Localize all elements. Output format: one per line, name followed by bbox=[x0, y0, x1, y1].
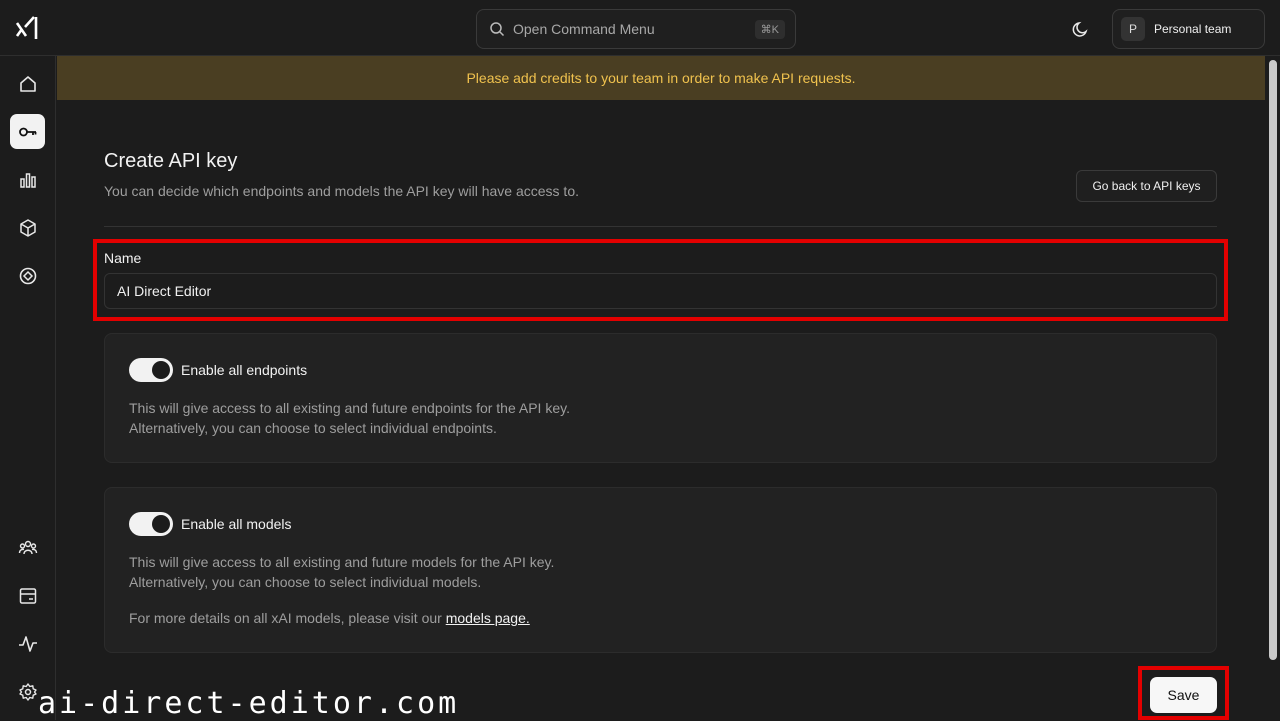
activity-icon bbox=[18, 635, 37, 652]
sidebar-item-models[interactable] bbox=[10, 210, 45, 245]
back-to-api-keys-button[interactable]: Go back to API keys bbox=[1076, 170, 1217, 202]
sidebar-item-home[interactable] bbox=[10, 66, 45, 101]
users-icon bbox=[18, 540, 37, 554]
bar-chart-icon bbox=[19, 172, 36, 188]
endpoints-description: This will give access to all existing an… bbox=[129, 398, 570, 438]
search-icon bbox=[490, 22, 505, 37]
page-title: Create API key bbox=[104, 150, 238, 172]
name-label: Name bbox=[104, 250, 142, 266]
scrollbar-thumb[interactable] bbox=[1269, 60, 1277, 660]
scrollbar[interactable] bbox=[1266, 56, 1280, 720]
cube-icon bbox=[19, 218, 36, 237]
models-details-text: For more details on all xAI models, plea… bbox=[129, 608, 530, 628]
toggle-knob bbox=[152, 361, 170, 379]
team-switcher-button[interactable]: P Personal team bbox=[1112, 9, 1265, 49]
enable-all-endpoints-label: Enable all endpoints bbox=[181, 362, 308, 378]
top-bar: Open Command Menu ⌘K P Personal team bbox=[0, 0, 1280, 56]
watermark: ai-direct-editor.com bbox=[38, 686, 460, 721]
enable-all-models-label: Enable all models bbox=[181, 516, 292, 532]
models-desc-line1: This will give access to all existing an… bbox=[129, 554, 555, 570]
enable-all-endpoints-toggle[interactable] bbox=[129, 358, 173, 382]
sidebar-item-team[interactable] bbox=[10, 530, 45, 565]
models-desc-line2: Alternatively, you can choose to select … bbox=[129, 574, 482, 590]
command-menu-button[interactable]: Open Command Menu ⌘K bbox=[476, 9, 796, 49]
models-description: This will give access to all existing an… bbox=[129, 552, 554, 592]
name-input[interactable] bbox=[104, 273, 1217, 309]
enable-all-models-toggle[interactable] bbox=[129, 512, 173, 536]
home-icon bbox=[19, 75, 36, 92]
billing-icon bbox=[19, 587, 36, 604]
key-icon bbox=[18, 127, 36, 136]
sidebar bbox=[0, 56, 56, 720]
endpoints-card: Enable all endpoints This will give acce… bbox=[104, 333, 1217, 463]
models-details-prefix: For more details on all xAI models, plea… bbox=[129, 610, 446, 626]
sidebar-item-api-keys[interactable] bbox=[10, 114, 45, 149]
endpoints-desc-line1: This will give access to all existing an… bbox=[129, 400, 570, 416]
sidebar-item-billing[interactable] bbox=[10, 578, 45, 613]
moon-icon[interactable] bbox=[1070, 18, 1092, 40]
credits-warning-banner: Please add credits to your team in order… bbox=[57, 56, 1265, 100]
command-menu-placeholder: Open Command Menu bbox=[513, 21, 655, 37]
models-card: Enable all models This will give access … bbox=[104, 487, 1217, 653]
toggle-knob bbox=[152, 515, 170, 533]
team-name: Personal team bbox=[1154, 22, 1232, 36]
settings-icon bbox=[18, 682, 37, 701]
sidebar-item-usage[interactable] bbox=[10, 162, 45, 197]
compass-icon bbox=[19, 267, 36, 284]
sidebar-item-explore[interactable] bbox=[10, 258, 45, 293]
save-button[interactable]: Save bbox=[1150, 677, 1217, 713]
models-page-link[interactable]: models page. bbox=[446, 610, 530, 626]
xai-logo-icon[interactable] bbox=[14, 14, 42, 42]
endpoints-desc-line2: Alternatively, you can choose to select … bbox=[129, 420, 497, 436]
command-menu-shortcut: ⌘K bbox=[754, 19, 785, 39]
sidebar-item-activity[interactable] bbox=[10, 626, 45, 661]
page-subtitle: You can decide which endpoints and model… bbox=[104, 183, 579, 199]
divider bbox=[104, 226, 1217, 227]
team-avatar: P bbox=[1121, 17, 1145, 41]
